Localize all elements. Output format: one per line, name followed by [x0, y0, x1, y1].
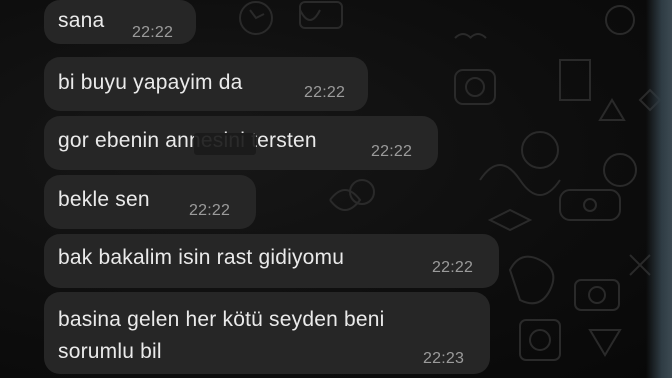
message-bubble[interactable]: bekle sen 22:22: [44, 175, 256, 229]
message-bubble[interactable]: gor ebenin annesini tersten 22:22: [44, 116, 438, 170]
message-text: sana: [58, 9, 105, 32]
message-bubble[interactable]: bak bakalim isin rast gidiyomu 22:22: [44, 234, 499, 288]
message-text: bak bakalim isin rast gidiyomu: [58, 246, 345, 269]
message-time: 22:22: [189, 202, 231, 219]
redaction-mark: [194, 133, 256, 155]
message-text-line-2: sorumlu bil: [58, 340, 162, 363]
screen-edge: [646, 0, 672, 378]
message-bubble[interactable]: basina gelen her kötü seyden beni soruml…: [44, 292, 490, 374]
message-time: 22:22: [432, 259, 474, 276]
message-text: bekle sen: [58, 188, 150, 211]
message-bubble[interactable]: sana 22:22: [44, 0, 196, 44]
message-text-line-1: basina gelen her kötü seyden beni: [58, 308, 385, 331]
message-text: gor ebenin annesini tersten: [58, 129, 317, 152]
message-text: bi buyu yapayim da: [58, 71, 243, 94]
message-time: 22:22: [371, 143, 413, 160]
message-time: 22:22: [304, 84, 346, 101]
message-bubble[interactable]: bi buyu yapayim da 22:22: [44, 57, 368, 111]
message-time: 22:23: [423, 350, 465, 367]
message-time: 22:22: [132, 24, 174, 41]
